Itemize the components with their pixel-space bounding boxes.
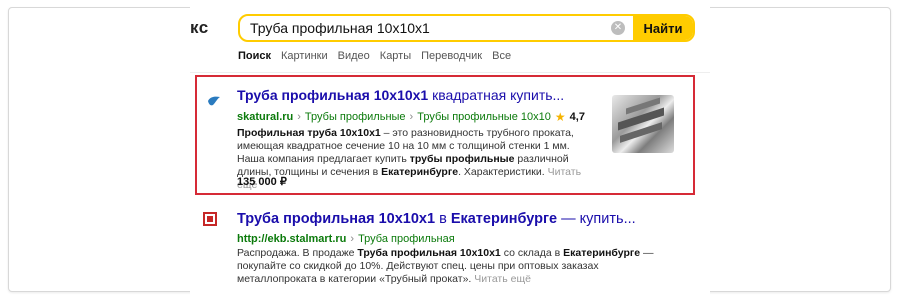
product-thumbnail[interactable]	[612, 95, 674, 153]
result-title-rest[interactable]: квадратная купить...	[428, 87, 564, 103]
result-url[interactable]: skatural.ru › Трубы профильные › Трубы п…	[237, 111, 585, 123]
tab-images[interactable]: Картинки	[281, 50, 328, 62]
search-tabs: Поиск Картинки Видео Карты Переводчик Вс…	[238, 50, 511, 62]
result-title-rest[interactable]: в	[435, 211, 451, 227]
search-bar: ✕ Найти	[238, 14, 695, 42]
result-domain[interactable]: skatural.ru	[237, 111, 293, 123]
snippet-bold: Профильная труба 10x10x1	[237, 127, 381, 139]
tab-maps[interactable]: Карты	[380, 50, 411, 62]
clear-icon[interactable]: ✕	[611, 21, 625, 35]
snippet-text: со склада в	[500, 247, 564, 259]
snippet-text: . Характеристики.	[458, 166, 548, 178]
bird-favicon-icon	[208, 96, 220, 106]
breadcrumb-separator: ›	[409, 111, 414, 123]
snippet-bold: Екатеринбурге	[381, 166, 459, 178]
breadcrumb-item[interactable]: Трубы профильные	[305, 111, 406, 123]
result-title-rest[interactable]: — купить...	[557, 211, 636, 227]
result-title-bold[interactable]: Труба профильная 10x10x1	[237, 211, 435, 227]
tab-all[interactable]: Все	[492, 50, 511, 62]
breadcrumb-item[interactable]: Труба профильная	[358, 233, 455, 245]
search-result-1-highlighted: Труба профильная 10x10x1 квадратная купи…	[195, 75, 695, 195]
star-icon: ★	[554, 110, 566, 124]
result-snippet: Распродажа. В продаже Труба профильная 1…	[237, 247, 667, 286]
breadcrumb-separator: ›	[297, 111, 301, 123]
search-button[interactable]: Найти	[633, 16, 693, 40]
breadcrumb-item[interactable]: Трубы профильные 10x10	[417, 111, 551, 123]
search-result-2: Труба профильная 10x10x1 в Екатеринбурге…	[195, 206, 695, 286]
result-domain[interactable]: http://ekb.stalmart.ru	[237, 233, 346, 245]
header-divider	[190, 72, 710, 73]
result-title[interactable]: Труба профильная 10x10x1 в Екатеринбурге…	[237, 211, 636, 227]
read-more-link[interactable]: Читать ещё	[474, 273, 531, 285]
tab-translator[interactable]: Переводчик	[421, 50, 482, 62]
snippet-bold: Екатеринбурге	[563, 247, 641, 259]
result-title[interactable]: Труба профильная 10x10x1 квадратная купи…	[237, 87, 564, 103]
result-url[interactable]: http://ekb.stalmart.ru › Труба профильна…	[237, 233, 455, 245]
stalmart-favicon-icon	[203, 212, 217, 226]
result-title-bold[interactable]: Екатеринбурге	[451, 211, 557, 227]
logo-fragment[interactable]: кс	[190, 18, 209, 38]
search-input[interactable]	[240, 16, 611, 40]
snippet-text: Распродажа. В продаже	[237, 247, 358, 259]
result-snippet: Профильная труба 10x10x1 – это разновидн…	[237, 127, 597, 192]
result-title-bold[interactable]: Труба профильная 10x10x1	[237, 87, 428, 103]
tab-video[interactable]: Видео	[338, 50, 370, 62]
tab-search[interactable]: Поиск	[238, 50, 271, 62]
rating-value: 4,7	[569, 111, 585, 123]
breadcrumb-separator: ›	[350, 233, 355, 245]
snippet-bold: Труба профильная 10x10x1	[357, 247, 501, 259]
price-label: 135 000 ₽	[237, 176, 287, 188]
snippet-bold: трубы профильные	[409, 153, 515, 165]
